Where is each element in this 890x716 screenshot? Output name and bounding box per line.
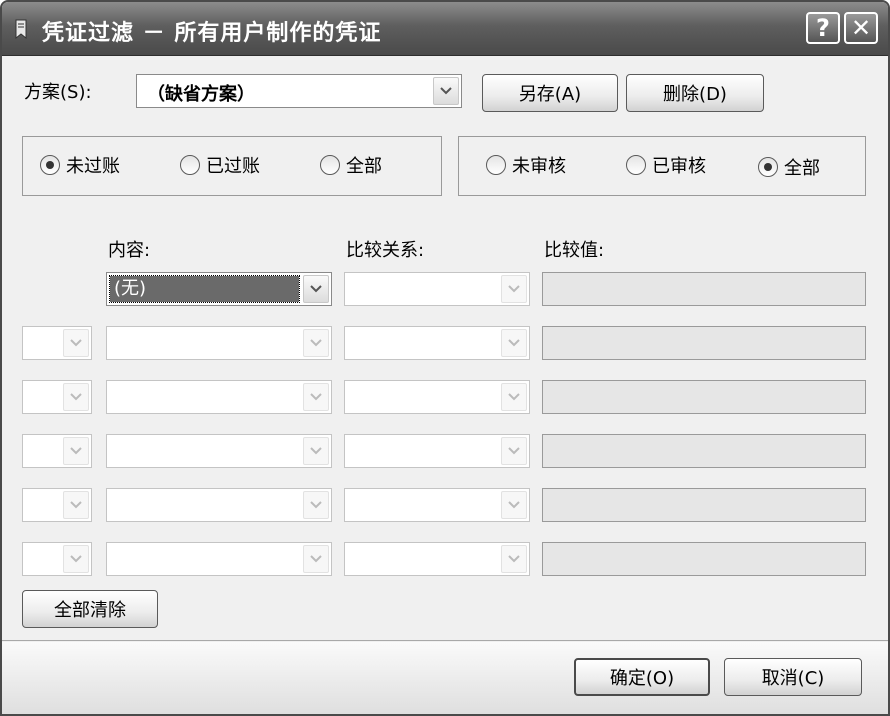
radio-posting-all-label: 全部 <box>346 156 382 177</box>
close-icon: ✕ <box>850 14 872 42</box>
content-select-value: (无) <box>109 275 300 303</box>
scheme-label: 方案(S): <box>24 82 92 103</box>
chevron-down-icon[interactable] <box>63 383 89 411</box>
compare-value-input[interactable] <box>542 542 866 576</box>
radio-posted[interactable]: 已过账 <box>180 152 260 178</box>
chevron-down-icon[interactable] <box>303 545 329 573</box>
help-icon: ? <box>816 14 830 42</box>
chevron-down-icon[interactable] <box>433 77 459 105</box>
logic-select[interactable] <box>22 434 92 468</box>
clear-all-button[interactable]: 全部清除 <box>22 590 158 628</box>
chevron-down-icon[interactable] <box>501 491 527 519</box>
compare-value-input[interactable] <box>542 326 866 360</box>
cancel-button[interactable]: 取消(C) <box>724 658 862 696</box>
relation-select[interactable] <box>344 488 530 522</box>
footer-divider <box>2 640 888 641</box>
chevron-down-icon[interactable] <box>303 275 329 303</box>
radio-posting-all[interactable]: 全部 <box>320 152 382 178</box>
logic-select[interactable] <box>22 542 92 576</box>
content-header: 内容: <box>108 240 151 261</box>
chevron-down-icon[interactable] <box>63 437 89 465</box>
radio-audited-label: 已审核 <box>652 156 706 177</box>
relation-select[interactable] <box>344 542 530 576</box>
content-select[interactable] <box>106 488 332 522</box>
chevron-down-icon[interactable] <box>501 275 527 303</box>
help-button[interactable]: ? <box>806 12 840 44</box>
logic-select[interactable] <box>22 326 92 360</box>
chevron-down-icon[interactable] <box>303 437 329 465</box>
chevron-down-icon[interactable] <box>63 545 89 573</box>
save-as-button[interactable]: 另存(A) <box>482 74 618 112</box>
relation-select[interactable] <box>344 326 530 360</box>
relation-select[interactable] <box>344 434 530 468</box>
chevron-down-icon[interactable] <box>501 383 527 411</box>
ok-button[interactable]: 确定(O) <box>574 658 710 696</box>
radio-audit-all[interactable]: 全部 <box>758 154 820 180</box>
relation-select[interactable] <box>344 380 530 414</box>
chevron-down-icon[interactable] <box>501 437 527 465</box>
relation-header: 比较关系: <box>346 240 425 261</box>
scheme-select[interactable]: （缺省方案） <box>136 74 462 108</box>
radio-circle[interactable] <box>758 157 778 177</box>
compare-value-input[interactable] <box>542 272 866 306</box>
logic-select[interactable] <box>22 380 92 414</box>
delete-button[interactable]: 删除(D) <box>626 74 764 112</box>
radio-audit-all-label: 全部 <box>784 158 820 179</box>
radio-posted-label: 已过账 <box>206 156 260 177</box>
content-select[interactable]: (无) <box>106 272 332 306</box>
relation-select[interactable] <box>344 272 530 306</box>
chevron-down-icon[interactable] <box>303 329 329 357</box>
radio-circle[interactable] <box>320 155 340 175</box>
radio-audited[interactable]: 已审核 <box>626 152 706 178</box>
logic-select[interactable] <box>22 488 92 522</box>
radio-unaudited[interactable]: 未审核 <box>486 152 566 178</box>
scheme-value: （缺省方案） <box>147 84 255 105</box>
chevron-down-icon[interactable] <box>501 329 527 357</box>
window-title: 凭证过滤 － 所有用户制作的凭证 <box>42 21 382 46</box>
compare-value-input[interactable] <box>542 380 866 414</box>
content-select[interactable] <box>106 434 332 468</box>
radio-circle[interactable] <box>180 155 200 175</box>
radio-circle[interactable] <box>40 155 60 175</box>
chevron-down-icon[interactable] <box>303 383 329 411</box>
chevron-down-icon[interactable] <box>303 491 329 519</box>
filter-dialog: 凭证过滤 － 所有用户制作的凭证 ? ✕ 方案(S): （缺省方案） 另存(A)… <box>0 0 890 716</box>
compare-value-input[interactable] <box>542 488 866 522</box>
chevron-down-icon[interactable] <box>501 545 527 573</box>
radio-unposted-label: 未过账 <box>66 156 120 177</box>
radio-circle[interactable] <box>486 155 506 175</box>
radio-circle[interactable] <box>626 155 646 175</box>
doc-filter-icon <box>12 17 30 41</box>
content-select[interactable] <box>106 380 332 414</box>
content-select[interactable] <box>106 542 332 576</box>
radio-unposted[interactable]: 未过账 <box>40 152 120 178</box>
compare-value-input[interactable] <box>542 434 866 468</box>
title-bar: 凭证过滤 － 所有用户制作的凭证 ? ✕ <box>2 2 888 56</box>
radio-unaudited-label: 未审核 <box>512 156 566 177</box>
close-button[interactable]: ✕ <box>844 12 878 44</box>
chevron-down-icon[interactable] <box>63 329 89 357</box>
content-select[interactable] <box>106 326 332 360</box>
value-header: 比较值: <box>544 240 605 261</box>
chevron-down-icon[interactable] <box>63 491 89 519</box>
